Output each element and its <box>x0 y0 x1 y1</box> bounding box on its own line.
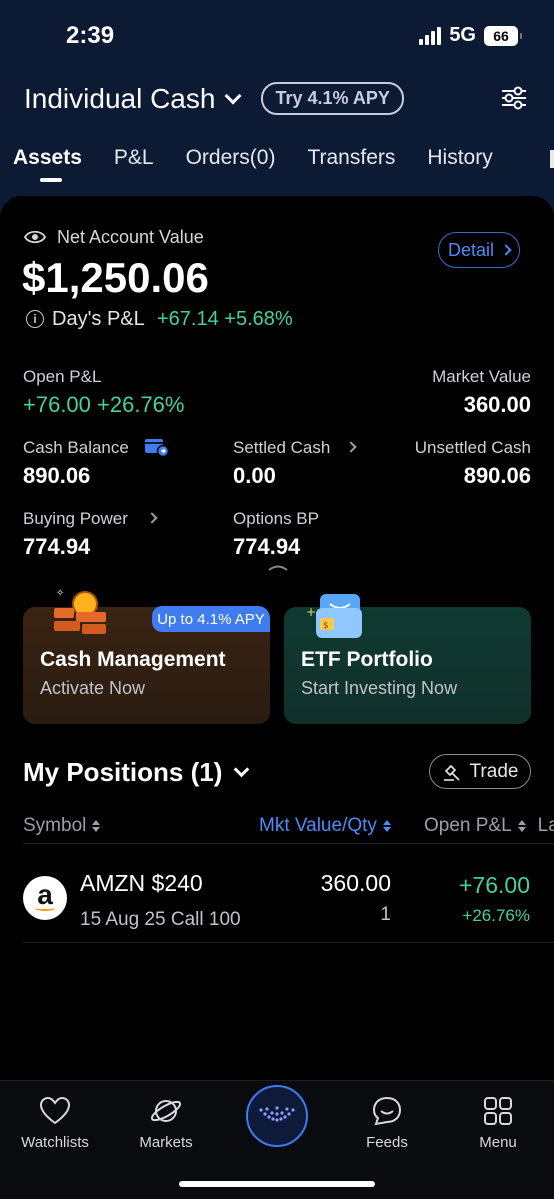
cash-transfer-icon[interactable] <box>144 437 170 457</box>
column-open-pl[interactable]: Open P&L La <box>424 815 554 837</box>
header-divider <box>23 843 554 844</box>
eye-icon[interactable] <box>24 229 46 245</box>
market-value-label: Market Value <box>432 367 531 386</box>
network-type: 5G <box>449 24 476 46</box>
cash-balance-label: Cash Balance <box>23 438 129 457</box>
svg-text:+: + <box>306 605 316 619</box>
detail-label: Detail <box>447 239 495 260</box>
smile-dots-icon <box>259 1106 295 1122</box>
chevron-down-icon <box>234 761 250 778</box>
position-detail: 15 Aug 25 Call 100 <box>80 909 241 930</box>
svg-text:✧: ✧ <box>56 588 64 599</box>
days-pl-label: Day's P&L <box>52 308 145 330</box>
chevron-down-icon <box>224 87 242 104</box>
tab-assets[interactable]: Assets <box>13 146 82 182</box>
options-bp: 774.94 <box>233 534 301 559</box>
tab-orders[interactable]: Orders(0) <box>186 146 276 170</box>
tabbar-menu[interactable]: Menu <box>453 1094 543 1151</box>
row-divider <box>23 942 554 943</box>
account-selector[interactable]: Individual Cash Try 4.1% APY <box>24 82 404 115</box>
collapse-chevron-icon[interactable] <box>268 563 288 571</box>
info-icon[interactable]: i <box>26 310 44 328</box>
buying-power-label[interactable]: Buying Power <box>23 509 128 529</box>
position-open-pl-pct: +26.76% <box>462 906 530 925</box>
settings-sliders-icon[interactable] <box>500 86 528 110</box>
unsettled-cash-label: Unsettled Cash <box>414 438 531 457</box>
trade-label: Trade <box>469 760 519 782</box>
settled-cash: 0.00 <box>233 463 276 488</box>
position-open-pl: +76.00 <box>459 872 530 898</box>
tabbar-feeds-label: Feeds <box>366 1134 408 1151</box>
column-open-pl-label: Open P&L <box>424 815 512 836</box>
buying-power: 774.94 <box>23 534 91 559</box>
planet-icon <box>150 1100 182 1122</box>
chat-smile-icon <box>372 1096 402 1126</box>
tabbar-menu-label: Menu <box>479 1134 517 1151</box>
market-value: 360.00 <box>463 392 531 417</box>
account-tabs: Assets P&L Orders(0) Transfers History <box>13 146 525 182</box>
signal-icon <box>419 26 442 45</box>
tab-pl[interactable]: P&L <box>114 146 154 170</box>
etf-portfolio-title: ETF Portfolio <box>301 648 433 671</box>
tabbar-markets[interactable]: Markets <box>121 1094 211 1151</box>
tabbar-watchlists-label: Watchlists <box>21 1134 89 1151</box>
apy-badge: Up to 4.1% APY <box>152 606 270 632</box>
my-positions-toggle[interactable]: My Positions (1) <box>23 757 250 788</box>
heart-icon <box>39 1096 71 1125</box>
column-mkt-value[interactable]: Mkt Value/Qty <box>259 815 391 837</box>
svg-text:$: $ <box>323 621 329 631</box>
cash-balance: 890.06 <box>23 463 91 488</box>
cash-management-subtitle: Activate Now <box>40 678 146 698</box>
tab-overflow-indicator <box>550 150 554 168</box>
cash-management-title: Cash Management <box>40 648 226 671</box>
position-qty: 1 <box>380 904 391 925</box>
column-mkt-value-label: Mkt Value/Qty <box>259 815 377 836</box>
unsettled-cash: 890.06 <box>463 463 531 488</box>
etf-portfolio-subtitle: Start Investing Now <box>301 678 458 698</box>
apy-promo-button[interactable]: Try 4.1% APY <box>261 82 404 115</box>
column-last-label: La <box>537 815 554 836</box>
sort-icon <box>92 820 101 832</box>
amazon-logo-icon: a <box>23 876 67 920</box>
open-pl-value: +76.00 +26.76% <box>23 392 185 417</box>
trade-button[interactable]: Trade <box>429 754 531 789</box>
settled-cash-label[interactable]: Settled Cash <box>233 438 330 458</box>
my-positions-title: My Positions (1) <box>23 757 223 787</box>
chevron-right-icon <box>500 244 512 256</box>
position-mkt-value: 360.00 <box>320 870 391 896</box>
home-indicator[interactable] <box>179 1181 375 1187</box>
center-action-button[interactable] <box>246 1085 308 1147</box>
tabbar-markets-label: Markets <box>139 1134 193 1151</box>
tabbar-watchlists[interactable]: Watchlists <box>10 1094 100 1151</box>
status-indicators: 5G 66 <box>419 24 522 47</box>
column-symbol[interactable]: Symbol <box>23 815 101 837</box>
tabbar-feeds[interactable]: Feeds <box>342 1094 432 1151</box>
sort-icon <box>382 820 391 832</box>
battery-icon: 66 <box>484 25 522 46</box>
gavel-icon <box>443 764 460 781</box>
tab-transfers[interactable]: Transfers <box>307 146 395 170</box>
status-time: 2:39 <box>66 22 115 49</box>
position-symbol: AMZN $240 <box>80 870 203 896</box>
tab-history[interactable]: History <box>427 146 492 170</box>
account-title: Individual Cash <box>24 82 216 114</box>
days-pl-value: +67.14 +5.68% <box>157 308 293 330</box>
net-account-value: $1,250.06 <box>22 254 209 301</box>
brick-coin-icon: ✧ <box>54 588 106 634</box>
detail-button[interactable]: Detail <box>438 232 520 268</box>
column-symbol-label: Symbol <box>23 815 87 836</box>
grid-menu-icon <box>484 1097 512 1125</box>
wallet-icon: + $ <box>306 594 362 638</box>
open-pl-label: Open P&L <box>23 367 102 386</box>
sort-icon <box>517 820 526 832</box>
options-bp-label: Options BP <box>233 509 319 528</box>
net-account-value-label: Net Account Value <box>57 227 204 247</box>
